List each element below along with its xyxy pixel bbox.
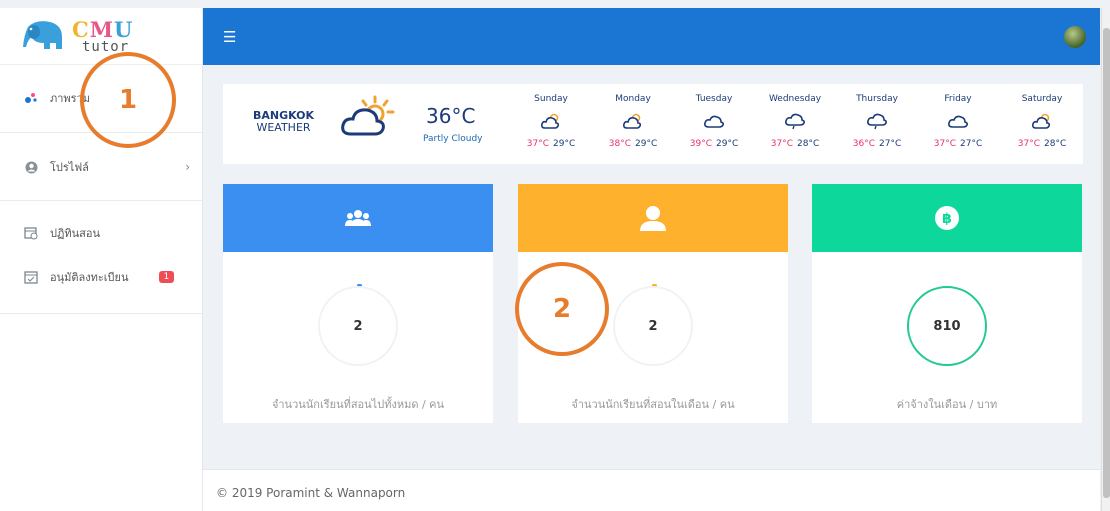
stat-card-monthly-income: ฿ 810 ค่าจ้างในเดือน / บาท xyxy=(812,184,1082,423)
card-caption: จำนวนนักเรียนที่สอนในเดือน / คน xyxy=(571,398,735,411)
stat-value-circle: 810 xyxy=(907,286,987,366)
weather-city: BANGKOK WEATHER xyxy=(253,109,315,134)
nav-group-teaching: ปฏิทินสอน อนุมัติลงทะเบียน 1 xyxy=(0,201,202,314)
hamburger-icon[interactable]: ☰ xyxy=(223,28,236,46)
user-circle-icon xyxy=(22,161,40,174)
stat-value-circle: 2 xyxy=(318,286,398,366)
annotation-circle-1: 1 xyxy=(80,52,176,148)
forecast-day: Sunday 37°C 29°C xyxy=(516,94,586,149)
sidebar-item-label: ปฏิทินสอน xyxy=(50,227,100,240)
svg-text:฿: ฿ xyxy=(942,211,952,227)
sidebar-item-calendar[interactable]: ปฏิทินสอน xyxy=(0,216,202,250)
forecast-day: Saturday 37°C 28°C xyxy=(1007,94,1077,149)
cloud-icon xyxy=(923,112,993,130)
weather-condition: Partly Cloudy xyxy=(423,134,483,144)
card-caption: จำนวนนักเรียนที่สอนไปทั้งหมด / คน xyxy=(271,398,445,411)
annotation-circle-2: 2 xyxy=(515,262,609,356)
stat-card-total-students: 2 จำนวนนักเรียนที่สอนไปทั้งหมด / คน xyxy=(223,184,493,423)
sun-cloud-icon xyxy=(341,95,395,136)
user-avatar[interactable] xyxy=(1064,26,1086,48)
scrollbar[interactable] xyxy=(1101,8,1110,511)
forecast-day: Friday 37°C 27°C xyxy=(923,94,993,149)
notification-badge: 1 xyxy=(158,271,175,283)
scrollbar-thumb[interactable] xyxy=(1103,28,1110,498)
card-caption: ค่าจ้างในเดือน / บาท xyxy=(896,398,998,411)
top-navbar: ☰ xyxy=(203,8,1100,65)
forecast-day: Thursday 36°C 27°C xyxy=(842,94,912,149)
copyright-text: © 2019 Poramint & Wannaporn xyxy=(216,486,406,500)
card-header xyxy=(518,184,788,252)
weather-widget: BANGKOK WEATHER 36°C Partly Cloudy Sunday… xyxy=(223,84,1083,164)
card-header: ฿ xyxy=(812,184,1082,252)
sidebar-item-label: โปรไฟล์ xyxy=(50,161,89,174)
sidebar-item-approve-registration[interactable]: อนุมัติลงทะเบียน 1 xyxy=(0,260,202,294)
calendar-check-icon xyxy=(22,270,40,284)
sun-cloud-icon xyxy=(598,112,668,130)
users-group-icon xyxy=(345,210,371,226)
nav-group-profile: โปรไฟล์ › xyxy=(0,133,202,201)
footer: © 2019 Poramint & Wannaporn xyxy=(203,469,1100,511)
forecast-day: Wednesday 37°C 28°C xyxy=(760,94,830,149)
forecast-day: Monday 38°C 29°C xyxy=(598,94,668,149)
sun-cloud-icon xyxy=(1007,112,1077,130)
calendar-clock-icon xyxy=(22,226,40,240)
cloud-rain-icon xyxy=(760,112,830,130)
cloud-icon xyxy=(679,112,749,130)
bitcoin-icon: ฿ xyxy=(935,206,959,230)
dashboard-dots-icon xyxy=(22,92,40,104)
user-icon xyxy=(640,206,666,231)
current-temperature: 36°C xyxy=(426,104,476,128)
cloud-rain-icon xyxy=(842,112,912,130)
card-header xyxy=(223,184,493,252)
sidebar-item-label: อนุมัติลงทะเบียน xyxy=(50,271,129,284)
logo[interactable]: CMU tutor xyxy=(0,8,202,65)
sun-cloud-icon xyxy=(516,112,586,130)
stat-value-circle: 2 xyxy=(613,286,693,366)
chevron-right-icon: › xyxy=(185,160,190,174)
forecast-day: Tuesday 39°C 29°C xyxy=(679,94,749,149)
logo-title: CMU xyxy=(72,16,134,42)
sidebar-item-profile[interactable]: โปรไฟล์ › xyxy=(0,150,202,184)
elephant-logo-icon xyxy=(23,21,62,49)
